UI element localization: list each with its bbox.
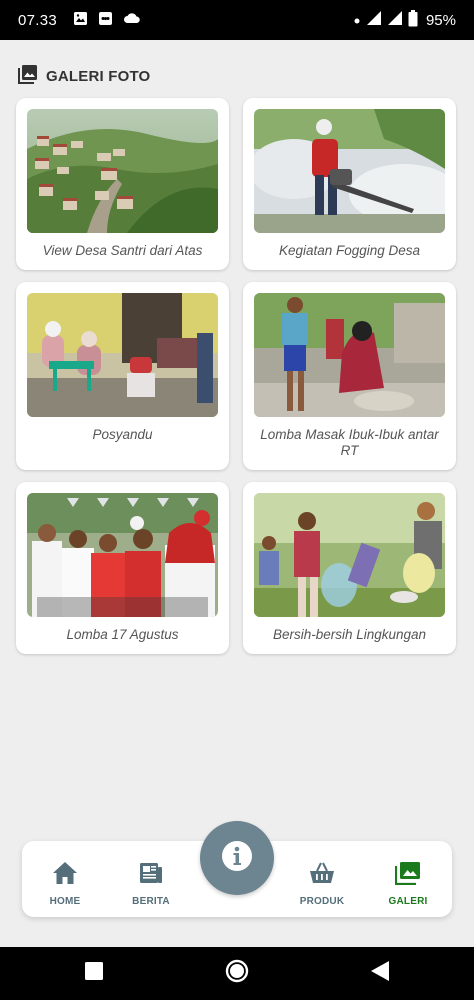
recent-apps-button[interactable] bbox=[64, 947, 124, 1000]
image-icon bbox=[73, 11, 88, 30]
status-bar: 07.33 • 95% bbox=[0, 0, 474, 40]
gallery-photo bbox=[27, 493, 218, 617]
gallery-card[interactable]: Posyandu bbox=[16, 282, 229, 470]
gallery-photo bbox=[27, 109, 218, 233]
svg-text:•: • bbox=[103, 15, 109, 25]
gallery-photo bbox=[254, 109, 445, 233]
nav-item-home[interactable]: HOME bbox=[30, 861, 100, 907]
gallery-photo bbox=[254, 293, 445, 417]
home-system-button[interactable] bbox=[207, 947, 267, 1000]
square-icon bbox=[84, 961, 104, 986]
gallery-caption: View Desa Santri dari Atas bbox=[42, 243, 203, 258]
gallery-caption: Lomba 17 Agustus bbox=[66, 627, 179, 642]
info-icon bbox=[220, 839, 254, 878]
nav-item-berita[interactable]: BERITA bbox=[116, 861, 186, 907]
photo-library-icon bbox=[18, 64, 38, 89]
gallery-card[interactable]: Lomba Masak Ibuk-Ibuk antar RT bbox=[243, 282, 456, 470]
newspaper-icon bbox=[139, 861, 163, 890]
signal-icon bbox=[387, 10, 403, 30]
nav-label: BERITA bbox=[132, 896, 170, 907]
gallery-caption: Lomba Masak Ibuk-Ibuk antar RT bbox=[260, 427, 439, 458]
gallery-caption: Kegiatan Fogging Desa bbox=[278, 243, 421, 258]
back-button[interactable] bbox=[350, 947, 410, 1000]
nav-label: HOME bbox=[49, 896, 81, 907]
photo-gallery: View Desa Santri dari Atas Kegiatan Fogg… bbox=[16, 98, 456, 654]
gallery-card[interactable]: Lomba 17 Agustus bbox=[16, 482, 229, 654]
gallery-caption: Posyandu bbox=[92, 427, 153, 442]
nav-label: GALERI bbox=[388, 896, 428, 907]
signal-icon bbox=[366, 10, 382, 30]
dot-icon bbox=[353, 12, 361, 29]
info-button[interactable] bbox=[200, 821, 274, 895]
gallery-card[interactable]: Kegiatan Fogging Desa bbox=[243, 98, 456, 270]
system-navigation-bar bbox=[0, 947, 474, 1000]
gallery-card[interactable]: View Desa Santri dari Atas bbox=[16, 98, 229, 270]
notification-icon: • bbox=[98, 11, 113, 30]
cloud-icon bbox=[123, 11, 141, 29]
gallery-card[interactable]: Bersih-bersih Lingkungan bbox=[243, 482, 456, 654]
battery-percentage: 95% bbox=[425, 11, 456, 29]
gallery-icon bbox=[394, 861, 421, 890]
section-header: GALERI FOTO bbox=[18, 64, 150, 89]
gallery-photo bbox=[254, 493, 445, 617]
battery-icon bbox=[408, 9, 418, 31]
gallery-photo bbox=[27, 293, 218, 417]
status-time: 07.33 bbox=[18, 11, 58, 29]
nav-item-produk[interactable]: PRODUK bbox=[287, 861, 357, 907]
home-icon bbox=[52, 861, 78, 890]
circle-icon bbox=[225, 959, 249, 988]
gallery-caption: Bersih-bersih Lingkungan bbox=[272, 627, 427, 642]
nav-label: PRODUK bbox=[299, 896, 345, 907]
back-triangle-icon bbox=[370, 960, 390, 987]
page-title: GALERI FOTO bbox=[46, 68, 151, 85]
basket-icon bbox=[309, 861, 335, 890]
nav-item-galeri[interactable]: GALERI bbox=[373, 861, 443, 907]
